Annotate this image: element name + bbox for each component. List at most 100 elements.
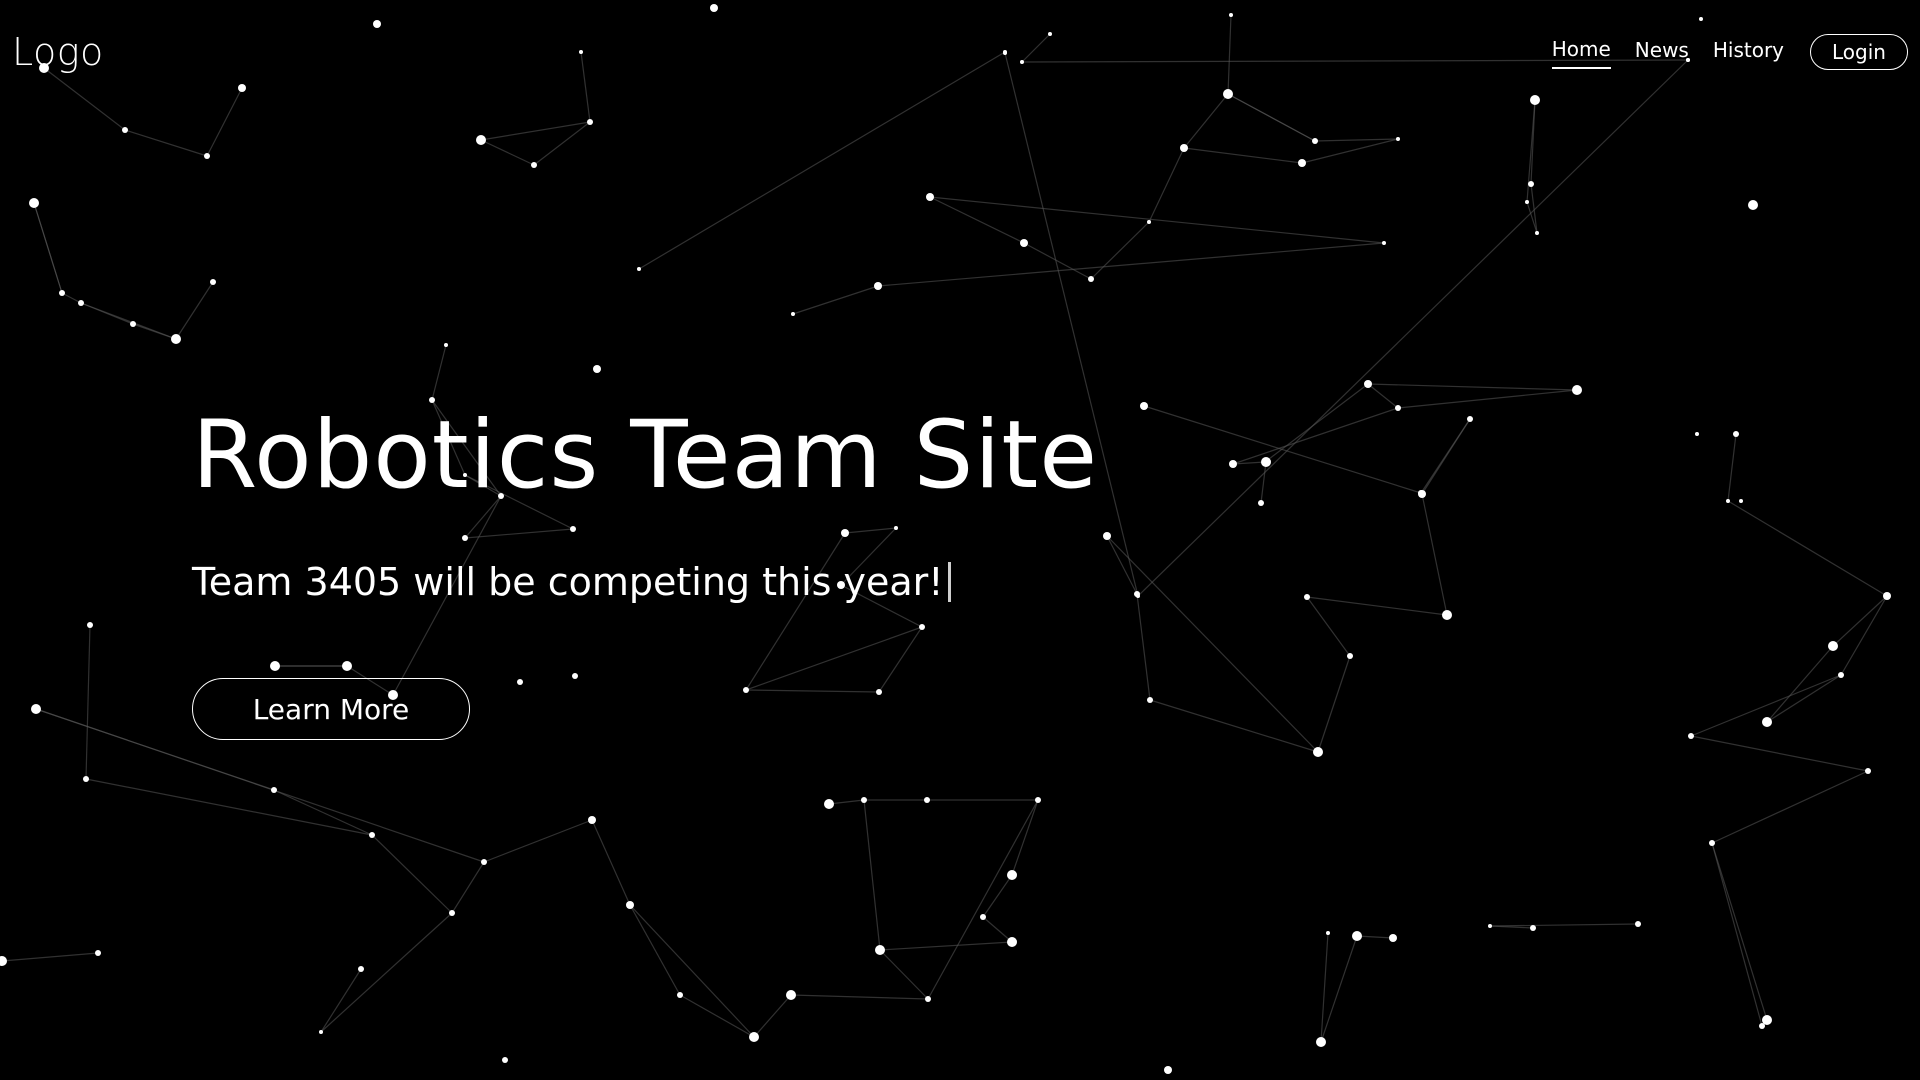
particle-link bbox=[1314, 138, 1399, 142]
particle-dot bbox=[1838, 672, 1844, 678]
particle-dot bbox=[980, 914, 986, 920]
particle-dot bbox=[1442, 610, 1452, 620]
particle-dot bbox=[29, 198, 39, 208]
particle-dot bbox=[1733, 431, 1739, 437]
particle-dot bbox=[502, 1057, 508, 1063]
particle-link bbox=[1766, 645, 1834, 723]
particle-link bbox=[1306, 596, 1448, 616]
particle-dot bbox=[637, 267, 641, 271]
particle-dot bbox=[593, 365, 601, 373]
particle-dot bbox=[59, 290, 65, 296]
particle-dot bbox=[1180, 144, 1188, 152]
particle-dot bbox=[210, 279, 216, 285]
particle-link bbox=[1832, 595, 1888, 647]
particle-dot bbox=[1364, 380, 1372, 388]
particle-dot bbox=[1312, 138, 1318, 144]
nav-link-home[interactable]: Home bbox=[1551, 35, 1611, 69]
particle-dot bbox=[1229, 460, 1237, 468]
particle-dot bbox=[875, 945, 885, 955]
particle-link bbox=[828, 799, 865, 805]
particle-link bbox=[745, 626, 923, 691]
particle-link bbox=[175, 281, 214, 340]
particle-link bbox=[1420, 418, 1471, 494]
particle-dot bbox=[861, 797, 867, 803]
particle-dot bbox=[78, 300, 84, 306]
hero-title: Robotics Team Site bbox=[192, 401, 1099, 510]
particle-dot bbox=[1304, 594, 1310, 600]
particle-dot bbox=[1035, 797, 1041, 803]
particle-dot bbox=[204, 153, 210, 159]
particle-dot bbox=[1525, 200, 1529, 204]
particle-dot bbox=[83, 776, 89, 782]
particle-dot bbox=[587, 119, 593, 125]
particle-link bbox=[1148, 147, 1185, 223]
particle-link bbox=[982, 874, 1013, 918]
particle-dot bbox=[1528, 181, 1534, 187]
particle-link bbox=[124, 129, 208, 157]
particle-link bbox=[745, 689, 880, 693]
particle-dot bbox=[1147, 220, 1151, 224]
particle-dot bbox=[791, 312, 795, 316]
particle-dot bbox=[1467, 416, 1473, 422]
particle-link bbox=[61, 292, 82, 304]
particle-dot bbox=[876, 689, 882, 695]
particle-dot bbox=[1258, 500, 1264, 506]
particle-link bbox=[1, 952, 99, 962]
particle-link bbox=[1489, 923, 1639, 927]
particle-link bbox=[1232, 407, 1399, 465]
particle-link bbox=[1421, 493, 1448, 616]
typing-caret bbox=[947, 562, 951, 602]
particle-dot bbox=[444, 343, 448, 347]
particle-link bbox=[1023, 242, 1092, 280]
learn-more-button[interactable]: Learn More bbox=[192, 678, 470, 740]
particle-dot bbox=[743, 687, 749, 693]
particle-link bbox=[1711, 842, 1763, 1027]
particle-dot bbox=[517, 679, 523, 685]
particle-link bbox=[1766, 674, 1842, 723]
particle-link bbox=[85, 624, 91, 780]
particle-link bbox=[878, 626, 923, 693]
particle-dot bbox=[1313, 747, 1323, 757]
particle-dot bbox=[1395, 405, 1401, 411]
particle-dot bbox=[1695, 432, 1699, 436]
particle-link bbox=[451, 861, 485, 914]
nav-link-history[interactable]: History bbox=[1713, 36, 1784, 68]
particle-dot bbox=[87, 622, 93, 628]
particle-dot bbox=[626, 901, 634, 909]
particle-dot bbox=[1382, 241, 1386, 245]
particle-dot bbox=[1261, 457, 1271, 467]
particle-dot bbox=[1389, 934, 1397, 942]
particle-link bbox=[877, 242, 1385, 287]
particle-dot bbox=[342, 661, 352, 671]
particle-link bbox=[1183, 147, 1303, 164]
particle-link bbox=[1367, 383, 1578, 391]
particle-dot bbox=[1088, 276, 1094, 282]
particle-link bbox=[790, 994, 929, 1000]
particle-dot bbox=[1316, 1037, 1326, 1047]
particle-dot bbox=[824, 799, 834, 809]
particle-dot bbox=[358, 966, 364, 972]
particle-dot bbox=[786, 990, 796, 1000]
nav-link-news[interactable]: News bbox=[1635, 36, 1689, 68]
particle-link bbox=[483, 819, 593, 863]
particle-link bbox=[1317, 655, 1351, 753]
particle-link bbox=[480, 139, 535, 166]
particle-dot bbox=[449, 910, 455, 916]
particle-link bbox=[1136, 593, 1151, 701]
particle-link bbox=[1711, 842, 1768, 1021]
hero-section: Robotics Team Site Team 3405 will be com… bbox=[192, 396, 1098, 606]
particle-dot bbox=[1828, 641, 1838, 651]
particle-link bbox=[679, 994, 755, 1038]
particle-link bbox=[879, 941, 1013, 951]
particle-link bbox=[1711, 770, 1869, 844]
particle-dot bbox=[1326, 931, 1330, 935]
logo[interactable]: Logo bbox=[12, 28, 104, 76]
navbar: Logo Home News History Login bbox=[0, 0, 1920, 104]
particle-link bbox=[1840, 595, 1888, 676]
particle-dot bbox=[1865, 768, 1871, 774]
particle-dot bbox=[271, 787, 277, 793]
particle-link bbox=[1690, 735, 1869, 772]
particle-dot bbox=[1298, 159, 1306, 167]
login-button[interactable]: Login bbox=[1810, 34, 1908, 70]
particle-link bbox=[1011, 799, 1039, 876]
